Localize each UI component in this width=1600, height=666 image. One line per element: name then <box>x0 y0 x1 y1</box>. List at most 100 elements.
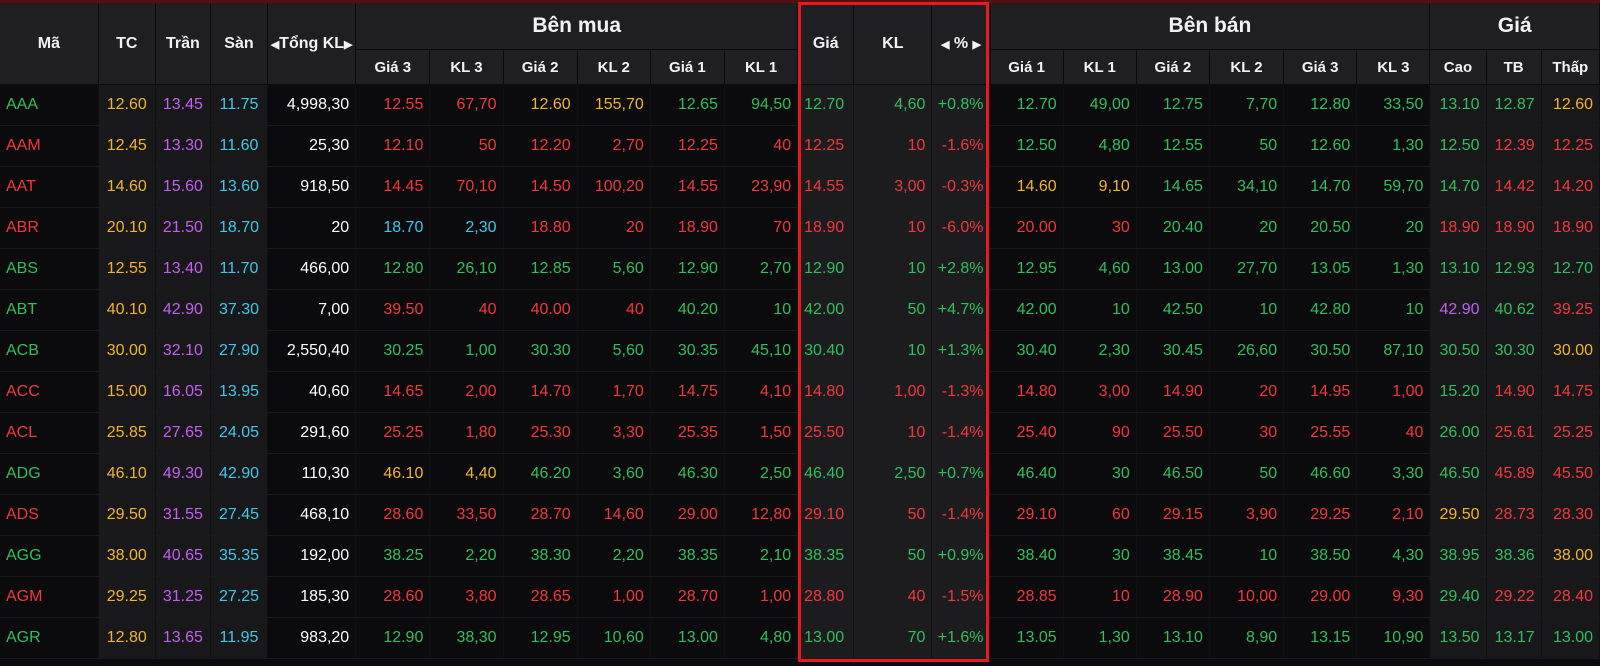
symbol-cell[interactable]: AGM <box>0 576 99 618</box>
caret-left-icon[interactable]: ◀ <box>271 39 279 51</box>
symbol-cell[interactable]: AAT <box>0 166 99 208</box>
buy-col-header[interactable]: Giá 2 <box>503 49 578 85</box>
ask-volume-1-cell: 60 <box>1063 494 1137 536</box>
symbol-cell[interactable]: AGG <box>0 535 99 577</box>
symbol-cell[interactable]: AGR <box>0 617 99 659</box>
ref-price-cell: 12.60 <box>98 84 156 126</box>
match-volume-cell: 40 <box>853 576 933 618</box>
table-row[interactable]: AGR 12.80 13.65 11.95 983,20 12.90 38,30 12.95 1… <box>0 617 1600 659</box>
low-price-cell: 28.30 <box>1541 494 1600 536</box>
symbol-cell[interactable]: ACL <box>0 412 99 454</box>
price-group-header: Giá <box>1429 3 1600 50</box>
low-price-cell: 12.60 <box>1541 84 1600 126</box>
symbol-cell[interactable]: AAA <box>0 84 99 126</box>
high-price-cell: 18.90 <box>1429 207 1487 249</box>
symbol-cell[interactable]: AAM <box>0 125 99 167</box>
bid-price-1-cell: 46.30 <box>650 453 725 495</box>
ask-price-1-cell: 12.95 <box>990 248 1064 290</box>
table-row[interactable]: AGG 38.00 40.65 35.35 192,00 38.25 2,20 38.30 2,… <box>0 535 1600 577</box>
symbol-cell[interactable]: ACC <box>0 371 99 413</box>
buy-col-header[interactable]: Giá 3 <box>355 49 431 85</box>
floor-price-cell: 11.60 <box>210 125 269 167</box>
ask-volume-3-cell: 59,70 <box>1356 166 1431 208</box>
table-row[interactable]: AAM 12.45 13.30 11.60 25,30 12.10 50 12.20 2,70 1… <box>0 125 1600 167</box>
ask-price-2-cell: 42.50 <box>1136 289 1210 331</box>
bid-price-2-cell: 30.30 <box>503 330 578 372</box>
total-volume-label: Tổng KL <box>279 34 345 52</box>
ask-price-1-cell: 29.10 <box>990 494 1064 536</box>
ask-volume-1-cell: 4,60 <box>1063 248 1137 290</box>
table-row[interactable]: ABT 40.10 42.90 37.30 7,00 39.50 40 40.00 40 40.2… <box>0 289 1600 331</box>
col-total-volume-header[interactable]: ◀Tổng KL▶ <box>267 3 357 85</box>
ask-volume-2-cell: 10 <box>1209 289 1285 331</box>
match-price-cell: 18.90 <box>797 207 855 249</box>
ceiling-price-cell: 15.60 <box>155 166 211 208</box>
symbol-cell[interactable]: ABS <box>0 248 99 290</box>
buy-col-header[interactable]: KL 3 <box>429 49 504 85</box>
bid-price-3-cell: 12.55 <box>355 84 431 126</box>
buy-col-header[interactable]: KL 2 <box>577 49 651 85</box>
col-floor-header[interactable]: Sàn <box>210 3 269 85</box>
table-row[interactable]: ABS 12.55 13.40 11.70 466,00 12.80 26,10 12.85 5… <box>0 248 1600 290</box>
total-volume-cell: 4,998,30 <box>267 84 357 126</box>
avg-col-header[interactable]: TB <box>1486 49 1542 85</box>
col-ceiling-header[interactable]: Trần <box>155 3 211 85</box>
col-match-percent-header[interactable]: ◀ % ▶ <box>931 3 991 85</box>
bid-price-3-cell: 28.60 <box>355 494 431 536</box>
ask-volume-1-cell: 9,10 <box>1063 166 1137 208</box>
buy-col-header[interactable]: Giá 1 <box>650 49 725 85</box>
price-board-table: Mã TC Trần Sàn ◀Tổng KL▶ Bên mua Giá KL … <box>0 3 1600 659</box>
symbol-cell[interactable]: ACB <box>0 330 99 372</box>
bid-volume-1-cell: 12,80 <box>724 494 799 536</box>
table-row[interactable]: AAT 14.60 15.60 13.60 918,50 14.45 70,10 14.50 1… <box>0 166 1600 208</box>
caret-right-icon[interactable]: ▶ <box>973 39 981 51</box>
sell-col-header[interactable]: KL 3 <box>1356 49 1431 85</box>
col-symbol-header[interactable]: Mã <box>0 3 99 85</box>
bid-volume-2-cell: 1,70 <box>577 371 651 413</box>
match-price-cell: 25.50 <box>797 412 855 454</box>
high-col-header[interactable]: Cao <box>1429 49 1487 85</box>
bid-volume-3-cell: 1,80 <box>429 412 504 454</box>
ask-volume-2-cell: 50 <box>1209 453 1285 495</box>
symbol-cell[interactable]: ABT <box>0 289 99 331</box>
ask-price-2-cell: 38.45 <box>1136 535 1210 577</box>
col-match-volume-header[interactable]: KL <box>853 3 933 85</box>
table-row[interactable]: ACL 25.85 27.65 24.05 291,60 25.25 1,80 25.30 3,… <box>0 412 1600 454</box>
bid-volume-1-cell: 45,10 <box>724 330 799 372</box>
sell-col-header[interactable]: Giá 3 <box>1283 49 1358 85</box>
symbol-cell[interactable]: ADG <box>0 453 99 495</box>
col-ref-header[interactable]: TC <box>98 3 156 85</box>
low-price-cell: 28.40 <box>1541 576 1600 618</box>
table-row[interactable]: AGM 29.25 31.25 27.25 185,30 28.60 3,80 28.65 1,… <box>0 576 1600 618</box>
bid-volume-2-cell: 1,00 <box>577 576 651 618</box>
caret-right-icon[interactable]: ▶ <box>344 39 352 51</box>
ask-volume-3-cell: 1,00 <box>1356 371 1431 413</box>
table-row[interactable]: ABR 20.10 21.50 18.70 20 18.70 2,30 18.80 20 18.9… <box>0 207 1600 249</box>
symbol-cell[interactable]: ABR <box>0 207 99 249</box>
table-row[interactable]: ADG 46.10 49.30 42.90 110,30 46.10 4,40 46.20 3,… <box>0 453 1600 495</box>
ask-price-2-cell: 20.40 <box>1136 207 1210 249</box>
high-price-cell: 38.95 <box>1429 535 1487 577</box>
buy-col-header[interactable]: KL 1 <box>724 49 799 85</box>
table-row[interactable]: ACB 30.00 32.10 27.90 2,550,40 30.25 1,00 30.30… <box>0 330 1600 372</box>
table-row[interactable]: ADS 29.50 31.55 27.45 468,10 28.60 33,50 28.70 1… <box>0 494 1600 536</box>
sell-col-header[interactable]: Giá 1 <box>990 49 1064 85</box>
ref-price-cell: 30.00 <box>98 330 156 372</box>
col-match-price-header[interactable]: Giá <box>797 3 855 85</box>
bid-volume-3-cell: 2,30 <box>429 207 504 249</box>
bid-volume-2-cell: 100,20 <box>577 166 651 208</box>
low-col-header[interactable]: Thấp <box>1541 49 1600 85</box>
bid-volume-2-cell: 14,60 <box>577 494 651 536</box>
sell-col-header[interactable]: KL 2 <box>1209 49 1285 85</box>
symbol-cell[interactable]: ADS <box>0 494 99 536</box>
bid-price-3-cell: 28.60 <box>355 576 431 618</box>
caret-left-icon[interactable]: ◀ <box>941 39 949 51</box>
ask-price-3-cell: 29.00 <box>1283 576 1358 618</box>
table-row[interactable]: AAA 12.60 13.45 11.75 4,998,30 12.55 67,70 12.6… <box>0 84 1600 126</box>
sell-col-header[interactable]: KL 1 <box>1063 49 1137 85</box>
bid-price-1-cell: 40.20 <box>650 289 725 331</box>
sell-col-header[interactable]: Giá 2 <box>1136 49 1210 85</box>
table-row[interactable]: ACC 15.00 16.05 13.95 40,60 14.65 2,00 14.70 1,7… <box>0 371 1600 413</box>
match-volume-cell: 10 <box>853 207 933 249</box>
high-price-cell: 15.20 <box>1429 371 1487 413</box>
